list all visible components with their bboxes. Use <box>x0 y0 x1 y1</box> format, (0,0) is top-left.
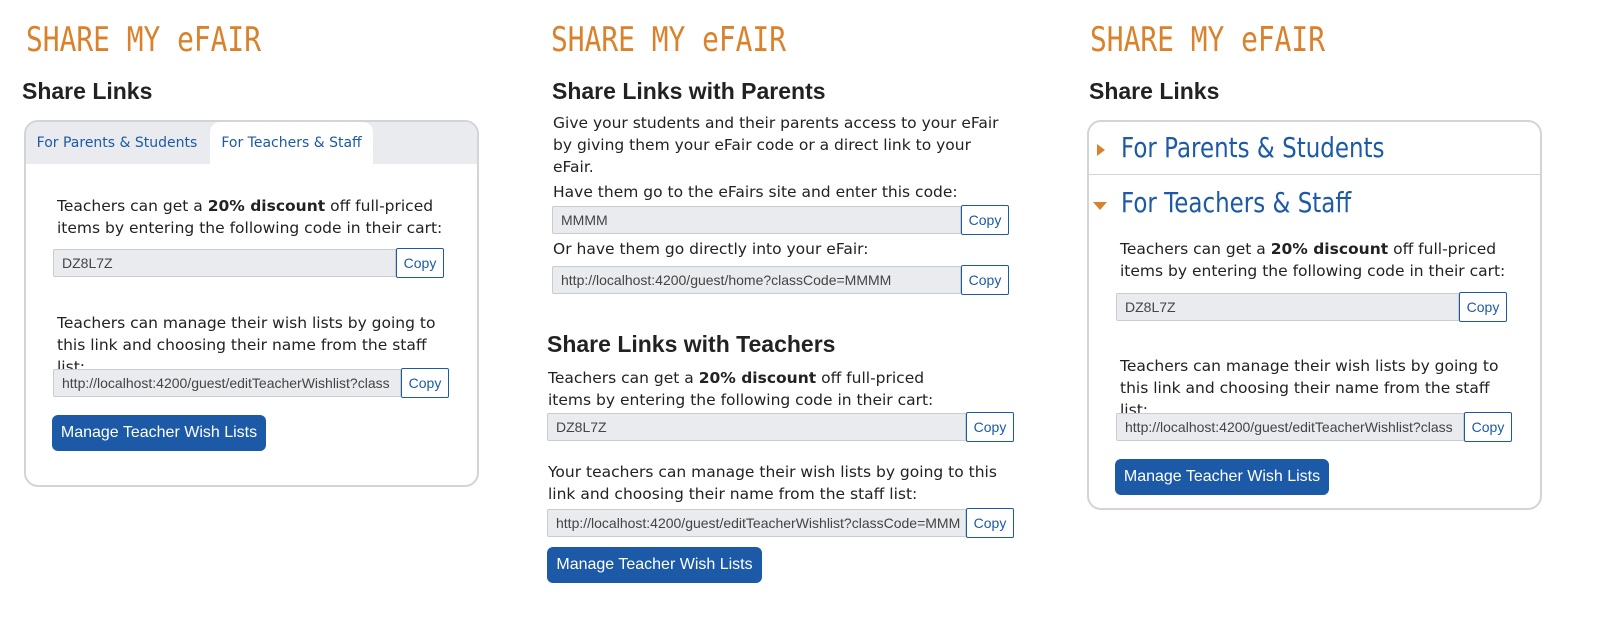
tab-parents-students[interactable]: For Parents & Students <box>34 122 200 164</box>
manage-wishlists-button[interactable]: Manage Teacher Wish Lists <box>1115 459 1329 495</box>
discount-code-field[interactable]: DZ8L7Z <box>53 249 396 277</box>
brand-title: SHARE MY eFAIR <box>1090 20 1325 60</box>
copy-wishlist-button[interactable]: Copy <box>1464 412 1512 442</box>
teacher-discount-text: Teachers can get a 20% discount off full… <box>548 369 934 409</box>
copy-class-url-button[interactable]: Copy <box>961 265 1009 295</box>
tab-teachers-staff[interactable]: For Teachers & Staff <box>210 122 373 164</box>
accordion-teachers-staff[interactable]: For Teachers & Staff <box>1121 186 1351 219</box>
accordion-parents-students[interactable]: For Parents & Students <box>1121 131 1384 164</box>
manage-wishlists-button[interactable]: Manage Teacher Wish Lists <box>547 547 762 583</box>
copy-teacher-wishlist-button[interactable]: Copy <box>966 508 1014 538</box>
code-prompt-text: Have them go to the eFairs site and ente… <box>553 183 958 201</box>
accordion-card: For Parents & Students For Teachers & St… <box>1087 120 1542 510</box>
share-card: For Parents & Students For Teachers & St… <box>24 120 479 487</box>
parents-intro-text: Give your students and their parents acc… <box>553 114 999 176</box>
share-links-parents-heading: Share Links with Parents <box>552 78 826 104</box>
share-links-teachers-heading: Share Links with Teachers <box>547 331 836 357</box>
copy-code-button[interactable]: Copy <box>1459 292 1507 322</box>
caret-down-icon <box>1093 202 1107 210</box>
brand-title: SHARE MY eFAIR <box>26 20 261 60</box>
teacher-wishlist-url-field[interactable]: http://localhost:4200/guest/editTeacherW… <box>547 509 966 537</box>
copy-teacher-code-button[interactable]: Copy <box>966 412 1014 442</box>
copy-code-button[interactable]: Copy <box>396 248 444 278</box>
wishlist-url-field[interactable]: http://localhost:4200/guest/editTeacherW… <box>1116 413 1464 441</box>
copy-wishlist-button[interactable]: Copy <box>401 368 449 398</box>
caret-right-icon <box>1097 144 1105 156</box>
link-prompt-text: Or have them go directly into your eFair… <box>553 240 869 258</box>
manage-wishlists-button[interactable]: Manage Teacher Wish Lists <box>52 415 266 451</box>
wishlist-url-field[interactable]: http://localhost:4200/guest/editTeacherW… <box>53 369 401 397</box>
accordion-divider <box>1089 174 1540 175</box>
class-url-field[interactable]: http://localhost:4200/guest/home?classCo… <box>552 266 961 294</box>
discount-text: Teachers can get a 20% discount off full… <box>57 197 443 237</box>
tab-bar: For Parents & Students For Teachers & St… <box>26 122 477 164</box>
share-links-heading: Share Links <box>1089 78 1220 104</box>
discount-text: Teachers can get a 20% discount off full… <box>1120 240 1506 280</box>
class-code-field[interactable]: MMMM <box>552 206 961 234</box>
brand-title: SHARE MY eFAIR <box>551 20 786 60</box>
wishlist-text: Teachers can manage their wish lists by … <box>1120 357 1499 419</box>
copy-class-code-button[interactable]: Copy <box>961 205 1009 235</box>
share-links-heading: Share Links <box>22 78 153 104</box>
discount-code-field[interactable]: DZ8L7Z <box>1116 293 1459 321</box>
teacher-discount-code-field[interactable]: DZ8L7Z <box>547 413 966 441</box>
teacher-wishlist-text: Your teachers can manage their wish list… <box>548 463 997 503</box>
